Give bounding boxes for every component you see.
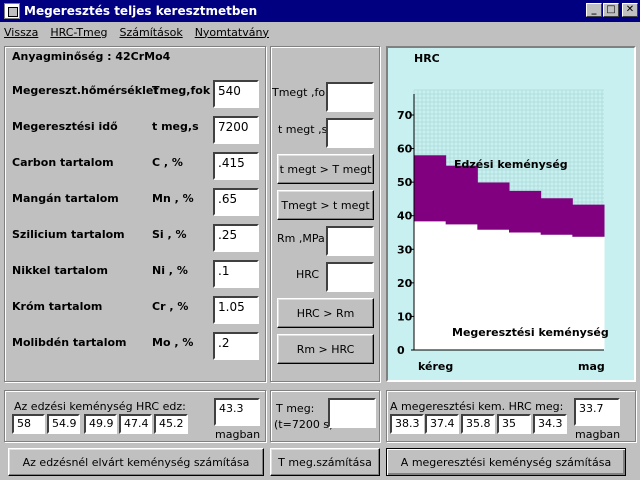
param-input[interactable]: .1 [213,260,259,288]
menu-vissza[interactable]: Vissza [4,26,38,39]
upper-bar [572,204,605,237]
material-label: Anyagminőség : 42CrMo4 [12,50,171,63]
meg-value-box[interactable]: 38.3 [390,414,424,434]
meg-mag-value[interactable]: 33.7 [574,398,620,426]
edz-value-box[interactable]: 45.2 [154,414,188,434]
upper-bar [445,165,478,225]
param-label: Molibdén tartalom [12,336,127,349]
menu-szamitasok[interactable]: Számítások [120,26,183,39]
hrc-to-rm-button[interactable]: HRC > Rm [277,298,374,328]
calc-meg-button[interactable]: A megeresztési keménység számítása [386,448,626,476]
upper-bar [414,155,447,222]
tmeg-sub-label: (t=7200 s) [274,418,334,431]
meg-value-box[interactable]: 35 [497,414,531,434]
tmeg-result-input[interactable] [328,398,376,428]
calc-tmeg-button[interactable]: T meg.számítása [270,448,380,476]
edz-value-box[interactable]: 58 [12,414,45,434]
edz-value-box[interactable]: 49.9 [84,414,117,434]
param-symbol: Mn , % [152,192,194,205]
param-symbol: Mo , % [152,336,194,349]
y-tick-label: 30 [397,243,413,256]
meg-value-box[interactable]: 35.8 [461,414,495,434]
param-symbol: t meg,s [152,120,199,133]
upper-bar [509,190,542,233]
meg-value-box[interactable]: 37.4 [425,414,459,434]
menu-nyomtatvany[interactable]: Nyomtatvány [195,26,269,39]
tmegt-fok-label: Tmegt ,fok [272,86,332,99]
upper-bar [477,182,510,230]
title-bar: Megeresztés teljes keresztmetben _ □ ✕ [0,0,640,22]
x-label-right: mag [578,360,605,373]
window-title: Megeresztés teljes keresztmetben [24,4,258,18]
edz-value-box[interactable]: 54.9 [47,414,80,434]
param-label: Nikkel tartalom [12,264,108,277]
param-label: Megeresztési idő [12,120,118,133]
maximize-button[interactable]: □ [603,3,619,17]
lower-bar [414,221,447,350]
hardness-chart: 0 10 20 30 40 50 60 70 HRC Edzési keménység Megere… [386,46,636,382]
param-input[interactable]: .2 [213,332,259,360]
chart-title: HRC [414,52,440,65]
rm-input[interactable] [326,226,374,256]
Tmegt-to-tmegt-button[interactable]: Tmegt > t megt [277,190,374,220]
meg-title: A megeresztési kem. HRC meg: [390,400,564,413]
param-symbol: Si , % [152,228,187,241]
param-symbol: C , % [152,156,183,169]
edz-value-box[interactable]: 47.4 [119,414,152,434]
param-symbol: Cr , % [152,300,189,313]
param-input[interactable]: 540 [213,80,259,108]
param-symbol: Tmeg,fok [152,84,211,97]
y-tick-label: 60 [397,143,413,156]
param-input[interactable]: 1.05 [213,296,259,324]
edz-magban-label: magban [215,428,261,441]
edz-title: Az edzési keménység HRC edz: [14,400,186,413]
lower-series-label: Megeresztési keménység [452,326,609,339]
minimize-button[interactable]: _ [586,3,602,17]
y-tick-label: 10 [397,310,413,323]
tmegt-s-input[interactable] [326,118,374,148]
param-label: Carbon tartalom [12,156,114,169]
edz-mag-value[interactable]: 43.3 [214,398,260,426]
tmegt-fok-input[interactable] [326,82,374,112]
tmeg-label: T meg: [276,402,315,415]
menu-hrc-tmeg[interactable]: HRC-Tmeg [50,26,107,39]
param-symbol: Ni , % [152,264,188,277]
param-input[interactable]: .415 [213,152,259,180]
close-button[interactable]: ✕ [622,3,638,17]
y-tick-label: 70 [397,109,413,122]
y-tick-label: 40 [397,210,413,223]
y-tick-label: 20 [397,277,413,290]
tmegt-to-Tmegt-button[interactable]: t megt > T megt [277,154,374,184]
meg-magban-label: magban [575,428,621,441]
rm-mpa-label: Rm ,MPa [277,232,325,245]
x-label-left: kéreg [418,360,453,373]
hrc-label: HRC [296,268,320,281]
param-input[interactable]: .25 [213,224,259,252]
param-label: Szilicium tartalom [12,228,125,241]
param-input[interactable]: .65 [213,188,259,216]
param-label: Króm tartalom [12,300,103,313]
app-icon[interactable] [4,3,20,19]
upper-bar [540,198,573,235]
rm-to-hrc-button[interactable]: Rm > HRC [277,334,374,364]
menu-bar: Vissza HRC-Tmeg Számítások Nyomtatvány [0,22,640,42]
tmegt-s-label: t megt ,s [278,123,328,136]
hardness-chart-svg: 0 10 20 30 40 50 60 70 HRC Edzési keménység Megere… [397,52,609,373]
param-input[interactable]: 7200 [213,116,259,144]
upper-series-label: Edzési keménység [454,158,568,171]
y-tick-label: 50 [397,176,413,189]
param-label: Megereszt.hőmérséklet [12,84,159,97]
hrc-input[interactable] [326,262,374,292]
calc-edz-button[interactable]: Az edzésnél elvárt keménység számítása [8,448,264,476]
param-label: Mangán tartalom [12,192,119,205]
meg-value-box[interactable]: 34.3 [533,414,567,434]
y-tick-label: 0 [397,344,405,357]
